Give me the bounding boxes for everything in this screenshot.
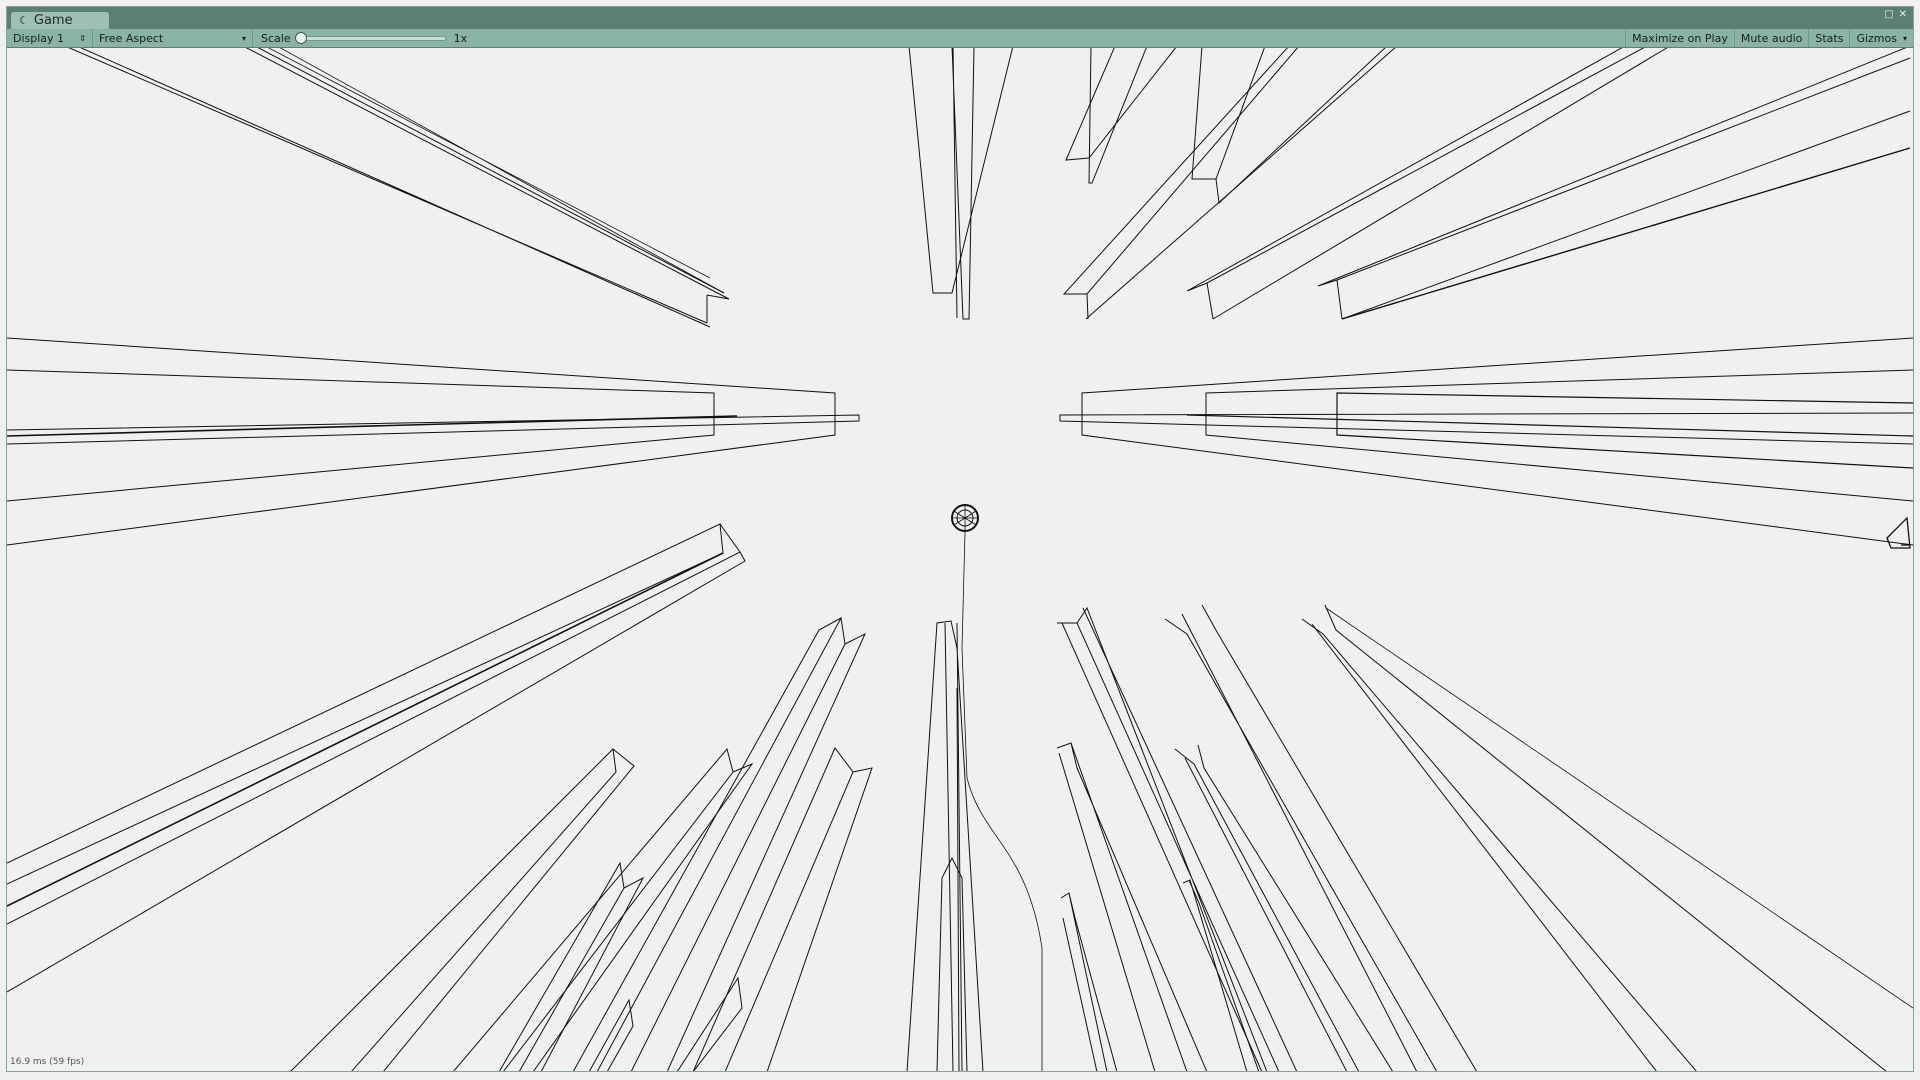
stats-label: Stats [1815, 31, 1844, 45]
maximize-on-play-label: Maximize on Play [1632, 31, 1728, 45]
game-toolbar: Display 1 ⇕ Free Aspect ▾ Scale 1x Maxim… [7, 29, 1913, 48]
lower-left-beams [7, 523, 746, 993]
window-controls: □ ✕ [1884, 9, 1907, 20]
dropdown-arrow-icon: ⇕ [79, 33, 86, 43]
mute-audio-label: Mute audio [1740, 31, 1803, 45]
maximize-on-play-button[interactable]: Maximize on Play [1625, 29, 1734, 47]
game-viewport[interactable]: 16.9 ms (59 fps) [7, 48, 1913, 1071]
lower-center-beams [290, 604, 1913, 1071]
middle-right-beams [1059, 337, 1913, 549]
unity-game-icon: ☾ [19, 14, 29, 27]
fps-readout: 16.9 ms (59 fps) [10, 1057, 85, 1067]
gizmos-label: Gizmos [1856, 31, 1897, 45]
stats-button[interactable]: Stats [1808, 29, 1849, 47]
scale-slider[interactable] [294, 31, 446, 44]
aspect-dropdown[interactable]: Free Aspect ▾ [93, 29, 253, 47]
game-tab[interactable]: ☾ Game [11, 12, 109, 29]
close-window-icon[interactable]: ✕ [1899, 9, 1907, 20]
scale-value: 1x [453, 31, 468, 45]
game-window: ☾ Game □ ✕ Display 1 ⇕ Free Aspect ▾ Sca… [6, 6, 1914, 1072]
display-dropdown[interactable]: Display 1 ⇕ [7, 29, 93, 47]
wireframe-scene [7, 48, 1913, 1071]
scale-label: Scale [261, 31, 291, 45]
middle-left-beams [7, 337, 860, 546]
mute-audio-button[interactable]: Mute audio [1733, 29, 1809, 47]
gizmos-dropdown[interactable]: Gizmos ▾ [1849, 29, 1913, 47]
scale-control: Scale 1x [253, 29, 473, 47]
scale-slider-thumb[interactable] [294, 31, 307, 44]
window-titlebar: ☾ Game □ ✕ [7, 7, 1913, 29]
game-tab-label: Game [33, 13, 73, 28]
upper-left-beams [68, 48, 730, 328]
dropdown-arrow-icon: ▾ [1902, 33, 1907, 43]
aspect-dropdown-label: Free Aspect [99, 31, 164, 45]
upper-center-beam [908, 48, 1014, 320]
maximize-window-icon[interactable]: □ [1884, 9, 1893, 20]
dropdown-arrow-icon: ▾ [241, 33, 246, 43]
upper-right-beams [1062, 48, 1911, 320]
display-dropdown-label: Display 1 [13, 31, 65, 45]
